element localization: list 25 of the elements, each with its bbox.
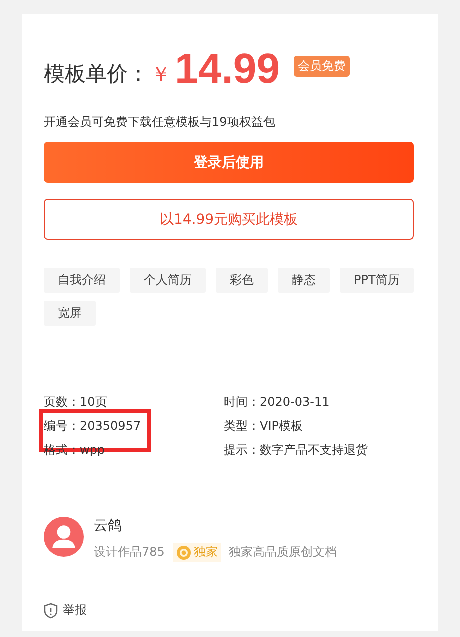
tag[interactable]: 个人简历 [130,268,206,293]
tag[interactable]: 宽屏 [44,301,96,326]
info-text: 编号：20350957 [44,419,142,433]
info-text: 提示：数字产品不支持退货 [224,443,368,457]
tag[interactable]: PPT简历 [340,268,414,293]
info-text: 时间：2020-03-11 [224,395,330,409]
buy-button[interactable]: 以14.99元购买此模板 [44,199,414,240]
tag[interactable]: 自我介绍 [44,268,120,293]
price-amount: 14.99 [175,45,280,93]
tag[interactable]: 彩色 [216,268,268,293]
info-text: 类型：VIP模板 [224,419,303,433]
report-link[interactable]: 举报 [63,602,87,619]
medal-icon [176,544,192,560]
currency-sign: ￥ [151,60,171,88]
price-label: 模板单价： [44,61,149,88]
works-count: 设计作品785 [94,544,165,561]
author-name[interactable]: 云鸽 [94,517,337,535]
avatar-icon [44,517,84,557]
member-free-badge: 会员免费 [294,56,350,76]
tag[interactable]: 静态 [278,268,330,293]
info-text: 页数：10页 [44,395,108,409]
shield-icon[interactable] [44,602,58,618]
exclusive-badge: 独家 [172,543,221,562]
exclusive-note: 独家高品质原创文档 [228,544,337,561]
vip-note: 开通会员可免费下载任意模板与19项权益包 [44,114,276,131]
